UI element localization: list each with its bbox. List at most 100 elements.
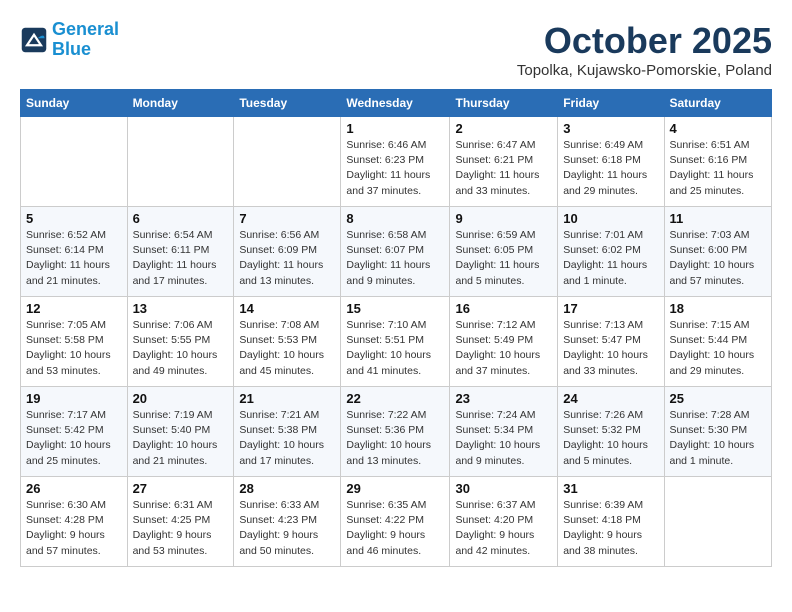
- day-number: 21: [239, 391, 335, 406]
- calendar-cell: 19Sunrise: 7:17 AMSunset: 5:42 PMDayligh…: [21, 387, 128, 477]
- calendar-cell: 29Sunrise: 6:35 AMSunset: 4:22 PMDayligh…: [341, 477, 450, 567]
- week-row-2: 12Sunrise: 7:05 AMSunset: 5:58 PMDayligh…: [21, 297, 772, 387]
- cell-content: Sunrise: 7:28 AMSunset: 5:30 PMDaylight:…: [670, 408, 767, 469]
- daylight-label: Daylight: 10 hours and 21 minutes.: [133, 439, 218, 466]
- daylight-label: Daylight: 10 hours and 45 minutes.: [239, 349, 324, 376]
- cell-content: Sunrise: 7:17 AMSunset: 5:42 PMDaylight:…: [26, 408, 122, 469]
- daylight-label: Daylight: 10 hours and 57 minutes.: [670, 259, 755, 286]
- cell-content: Sunrise: 6:46 AMSunset: 6:23 PMDaylight:…: [346, 138, 444, 199]
- cell-content: Sunrise: 7:03 AMSunset: 6:00 PMDaylight:…: [670, 228, 767, 289]
- header-day-monday: Monday: [127, 90, 234, 117]
- day-number: 31: [563, 481, 658, 496]
- cell-content: Sunrise: 7:21 AMSunset: 5:38 PMDaylight:…: [239, 408, 335, 469]
- cell-content: Sunrise: 6:33 AMSunset: 4:23 PMDaylight:…: [239, 498, 335, 559]
- daylight-label: Daylight: 10 hours and 37 minutes.: [455, 349, 540, 376]
- day-number: 28: [239, 481, 335, 496]
- calendar-cell: 23Sunrise: 7:24 AMSunset: 5:34 PMDayligh…: [450, 387, 558, 477]
- daylight-label: Daylight: 10 hours and 33 minutes.: [563, 349, 648, 376]
- cell-content: Sunrise: 7:05 AMSunset: 5:58 PMDaylight:…: [26, 318, 122, 379]
- cell-content: Sunrise: 6:35 AMSunset: 4:22 PMDaylight:…: [346, 498, 444, 559]
- daylight-label: Daylight: 9 hours and 42 minutes.: [455, 529, 534, 556]
- header-day-thursday: Thursday: [450, 90, 558, 117]
- logo-text: General Blue: [52, 20, 119, 60]
- cell-content: Sunrise: 7:19 AMSunset: 5:40 PMDaylight:…: [133, 408, 229, 469]
- page-header: General Blue October 2025 Topolka, Kujaw…: [20, 20, 772, 79]
- daylight-label: Daylight: 9 hours and 57 minutes.: [26, 529, 105, 556]
- calendar-table: SundayMondayTuesdayWednesdayThursdayFrid…: [20, 89, 772, 567]
- daylight-label: Daylight: 10 hours and 13 minutes.: [346, 439, 431, 466]
- cell-content: Sunrise: 6:59 AMSunset: 6:05 PMDaylight:…: [455, 228, 552, 289]
- cell-content: Sunrise: 7:06 AMSunset: 5:55 PMDaylight:…: [133, 318, 229, 379]
- header-day-saturday: Saturday: [664, 90, 772, 117]
- calendar-cell: 3Sunrise: 6:49 AMSunset: 6:18 PMDaylight…: [558, 117, 664, 207]
- cell-content: Sunrise: 7:12 AMSunset: 5:49 PMDaylight:…: [455, 318, 552, 379]
- week-row-0: 1Sunrise: 6:46 AMSunset: 6:23 PMDaylight…: [21, 117, 772, 207]
- calendar-cell: 1Sunrise: 6:46 AMSunset: 6:23 PMDaylight…: [341, 117, 450, 207]
- calendar-cell: 30Sunrise: 6:37 AMSunset: 4:20 PMDayligh…: [450, 477, 558, 567]
- daylight-label: Daylight: 11 hours and 5 minutes.: [455, 259, 539, 286]
- cell-content: Sunrise: 7:13 AMSunset: 5:47 PMDaylight:…: [563, 318, 658, 379]
- day-number: 18: [670, 301, 767, 316]
- cell-content: Sunrise: 6:49 AMSunset: 6:18 PMDaylight:…: [563, 138, 658, 199]
- day-number: 25: [670, 391, 767, 406]
- calendar-cell: 17Sunrise: 7:13 AMSunset: 5:47 PMDayligh…: [558, 297, 664, 387]
- calendar-cell: 31Sunrise: 6:39 AMSunset: 4:18 PMDayligh…: [558, 477, 664, 567]
- calendar-cell: 6 Sunrise: 6:54 AMSunset: 6:11 PMDaylight…: [127, 207, 234, 297]
- day-number: 6: [133, 211, 229, 226]
- calendar-cell: 28 Sunrise: 6:33 AMSunset: 4:23 PMDayligh…: [234, 477, 341, 567]
- day-number: 8: [346, 211, 444, 226]
- header-row: SundayMondayTuesdayWednesdayThursdayFrid…: [21, 90, 772, 117]
- logo-icon: [20, 26, 48, 54]
- day-number: 10: [563, 211, 658, 226]
- calendar-cell: 9 Sunrise: 6:59 AMSunset: 6:05 PMDaylight…: [450, 207, 558, 297]
- cell-content: Sunrise: 6:56 AMSunset: 6:09 PMDaylight:…: [239, 228, 335, 289]
- logo: General Blue: [20, 20, 119, 60]
- daylight-label: Daylight: 10 hours and 49 minutes.: [133, 349, 218, 376]
- calendar-cell: 11 Sunrise: 7:03 AMSunset: 6:00 PMDayligh…: [664, 207, 772, 297]
- header-day-friday: Friday: [558, 90, 664, 117]
- calendar-cell: [127, 117, 234, 207]
- day-number: 14: [239, 301, 335, 316]
- title-block: October 2025 Topolka, Kujawsko-Pomorskie…: [517, 20, 772, 79]
- calendar-cell: 20 Sunrise: 7:19 AMSunset: 5:40 PMDayligh…: [127, 387, 234, 477]
- cell-content: Sunrise: 7:26 AMSunset: 5:32 PMDaylight:…: [563, 408, 658, 469]
- daylight-label: Daylight: 10 hours and 5 minutes.: [563, 439, 648, 466]
- calendar-cell: 18Sunrise: 7:15 AMSunset: 5:44 PMDayligh…: [664, 297, 772, 387]
- daylight-label: Daylight: 10 hours and 29 minutes.: [670, 349, 755, 376]
- day-number: 2: [455, 121, 552, 136]
- daylight-label: Daylight: 11 hours and 1 minute.: [563, 259, 647, 286]
- cell-content: Sunrise: 7:22 AMSunset: 5:36 PMDaylight:…: [346, 408, 444, 469]
- cell-content: Sunrise: 6:54 AMSunset: 6:11 PMDaylight:…: [133, 228, 229, 289]
- daylight-label: Daylight: 10 hours and 17 minutes.: [239, 439, 324, 466]
- header-day-sunday: Sunday: [21, 90, 128, 117]
- header-day-tuesday: Tuesday: [234, 90, 341, 117]
- daylight-label: Daylight: 11 hours and 29 minutes.: [563, 169, 647, 196]
- day-number: 13: [133, 301, 229, 316]
- daylight-label: Daylight: 10 hours and 41 minutes.: [346, 349, 431, 376]
- calendar-cell: 5Sunrise: 6:52 AMSunset: 6:14 PMDaylight…: [21, 207, 128, 297]
- day-number: 23: [455, 391, 552, 406]
- day-number: 7: [239, 211, 335, 226]
- daylight-label: Daylight: 11 hours and 37 minutes.: [346, 169, 430, 196]
- calendar-cell: 21 Sunrise: 7:21 AMSunset: 5:38 PMDayligh…: [234, 387, 341, 477]
- day-number: 11: [670, 211, 767, 226]
- cell-content: Sunrise: 7:10 AMSunset: 5:51 PMDaylight:…: [346, 318, 444, 379]
- calendar-cell: 12Sunrise: 7:05 AMSunset: 5:58 PMDayligh…: [21, 297, 128, 387]
- calendar-cell: 8Sunrise: 6:58 AMSunset: 6:07 PMDaylight…: [341, 207, 450, 297]
- calendar-header: SundayMondayTuesdayWednesdayThursdayFrid…: [21, 90, 772, 117]
- day-number: 27: [133, 481, 229, 496]
- calendar-cell: [21, 117, 128, 207]
- daylight-label: Daylight: 10 hours and 25 minutes.: [26, 439, 111, 466]
- daylight-label: Daylight: 9 hours and 53 minutes.: [133, 529, 212, 556]
- calendar-cell: 10 Sunrise: 7:01 AMSunset: 6:02 PMDayligh…: [558, 207, 664, 297]
- daylight-label: Daylight: 11 hours and 21 minutes.: [26, 259, 110, 286]
- day-number: 22: [346, 391, 444, 406]
- cell-content: Sunrise: 7:01 AMSunset: 6:02 PMDaylight:…: [563, 228, 658, 289]
- day-number: 9: [455, 211, 552, 226]
- week-row-3: 19Sunrise: 7:17 AMSunset: 5:42 PMDayligh…: [21, 387, 772, 477]
- daylight-label: Daylight: 10 hours and 9 minutes.: [455, 439, 540, 466]
- calendar-cell: 7 Sunrise: 6:56 AMSunset: 6:09 PMDaylight…: [234, 207, 341, 297]
- calendar-cell: 13 Sunrise: 7:06 AMSunset: 5:55 PMDayligh…: [127, 297, 234, 387]
- cell-content: Sunrise: 6:37 AMSunset: 4:20 PMDaylight:…: [455, 498, 552, 559]
- day-number: 20: [133, 391, 229, 406]
